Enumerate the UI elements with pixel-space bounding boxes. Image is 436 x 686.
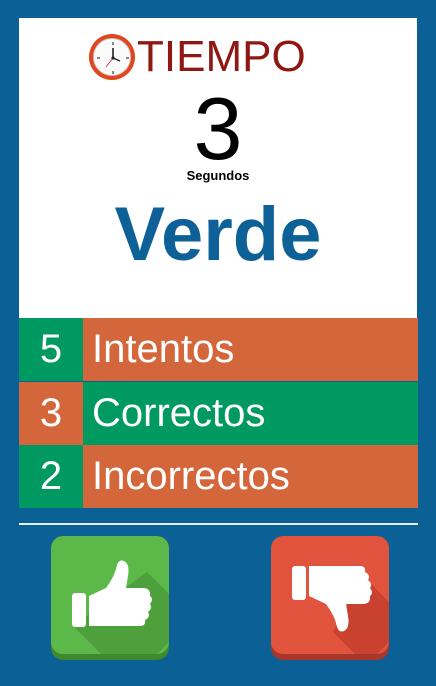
incorrect-label: Incorrectos: [83, 445, 418, 508]
color-word: Verde: [114, 192, 322, 277]
attempts-label: Intentos: [83, 318, 418, 381]
stat-row-incorrect: 2 Incorrectos: [19, 445, 418, 508]
dislike-button[interactable]: [271, 536, 389, 660]
timer-header: TIEMPO: [89, 33, 306, 81]
like-button[interactable]: [51, 536, 169, 660]
stat-row-attempts: 5 Intentos: [19, 318, 418, 381]
correct-label: Correctos: [83, 382, 418, 445]
game-card: TIEMPO 3 Segundos Verde: [19, 18, 417, 318]
stat-row-correct: 3 Correctos: [19, 382, 418, 445]
correct-count: 3: [19, 382, 83, 445]
clock-icon: [89, 34, 135, 80]
thumbs-up-icon: [51, 536, 169, 660]
incorrect-count: 2: [19, 445, 83, 508]
seconds-remaining: 3: [193, 79, 243, 178]
divider: [19, 523, 418, 525]
seconds-unit-label: Segundos: [186, 168, 250, 183]
thumbs-down-icon: [271, 536, 389, 660]
timer-label: TIEMPO: [137, 32, 306, 81]
attempts-count: 5: [19, 318, 83, 381]
